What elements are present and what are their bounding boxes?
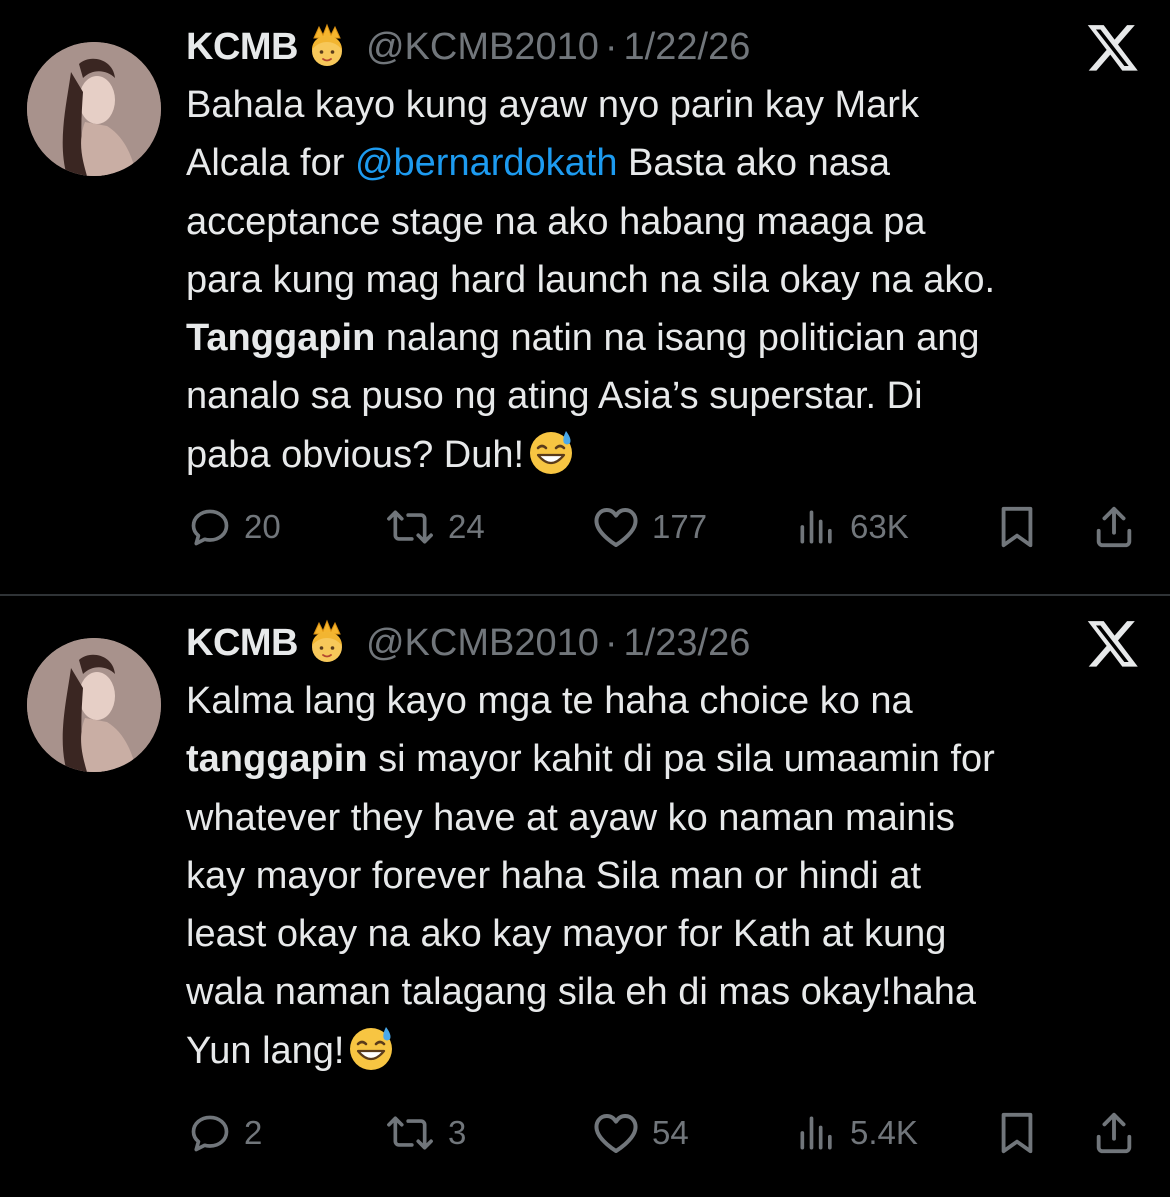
repost-icon (387, 510, 433, 544)
tweet-text: Bahala kayo kung ayaw nyo parin kay Mark… (186, 76, 1156, 484)
reply-count: 2 (244, 1114, 263, 1151)
repost-count: 3 (448, 1114, 467, 1151)
views-button[interactable]: 63K (796, 500, 909, 554)
tweet-text-line: para kung mag hard launch na sila okay n… (186, 251, 1156, 309)
tweet-text-line: paba obvious? Duh! (186, 426, 1156, 484)
reply-button[interactable]: 20 (188, 500, 281, 554)
tweet-text-line: Kalma lang kayo mga te haha choice ko na (186, 672, 1156, 730)
tweet-text-line: wala naman talagang sila eh di mas okay!… (186, 963, 1156, 1021)
tweet-text-line: whatever they have at ayaw ko naman main… (186, 789, 1156, 847)
tweet-date[interactable]: 1/23/26 (624, 622, 751, 665)
share-button[interactable] (1092, 500, 1136, 554)
reply-count: 20 (244, 508, 281, 545)
text-segment: nanalo sa puso ng ating Asia’s superstar… (186, 375, 923, 418)
tweet-text-line: Yun lang! (186, 1022, 1156, 1080)
text-segment: si mayor kahit di pa sila umaamin for (367, 738, 995, 781)
tweet-text-line: Tanggapin nalang natin na isang politici… (186, 309, 1156, 367)
text-segment: paba obvious? Duh! (186, 433, 525, 476)
views-icon (800, 510, 832, 544)
like-count: 54 (652, 1114, 689, 1151)
share-icon (1096, 1112, 1132, 1154)
user-handle[interactable]: @KCMB2010 (366, 622, 599, 665)
bookmark-icon (1001, 506, 1033, 548)
highlighted-word: Tanggapin (186, 317, 376, 360)
text-segment: Yun lang! (186, 1029, 345, 1072)
views-count: 63K (850, 508, 909, 545)
text-segment: Kalma lang kayo mga te haha choice ko na (186, 680, 913, 722)
text-segment: wala naman talagang sila eh di mas okay!… (186, 971, 977, 1014)
repost-count: 24 (448, 508, 485, 545)
repost-button[interactable]: 3 (384, 1106, 466, 1160)
repost-button[interactable]: 24 (384, 500, 485, 554)
tweet-text-line: Alcala for @bernardokath Basta ako nasa (186, 134, 1156, 192)
tweet-text-line: kay mayor forever haha Sila man or hindi… (186, 847, 1156, 905)
reply-icon (191, 1115, 229, 1152)
princess-emoji-icon (302, 22, 352, 72)
princess-emoji-icon (302, 618, 352, 668)
share-button[interactable] (1092, 1106, 1136, 1160)
bookmark-icon (1001, 1112, 1033, 1154)
tweet-card[interactable]: KCMB @KCMB2010 · 1/23/26 Kalma lang kayo… (0, 596, 1170, 1197)
bookmark-button[interactable] (996, 500, 1038, 554)
text-segment: least okay na ako kay mayor for Kath at … (186, 913, 947, 956)
tweet-text-line: nanalo sa puso ng ating Asia’s superstar… (186, 367, 1156, 425)
x-logo-icon (1085, 620, 1141, 670)
views-button[interactable]: 5.4K (796, 1106, 918, 1160)
text-segment: Bahala kayo kung ayaw nyo parin kay Mark (186, 84, 919, 126)
avatar[interactable] (27, 638, 161, 772)
tweet-text: Kalma lang kayo mga te haha choice ko na… (186, 672, 1156, 1080)
tweet-actions: 20 24 177 63K (186, 500, 1146, 554)
text-segment: para kung mag hard launch na sila okay n… (186, 258, 996, 301)
display-name[interactable]: KCMB (186, 26, 298, 69)
text-segment: whatever they have at ayaw ko naman main… (186, 796, 955, 839)
tweet-date[interactable]: 1/22/26 (624, 26, 751, 69)
like-button[interactable]: 177 (592, 500, 707, 554)
bookmark-button[interactable] (996, 1106, 1038, 1160)
separator-dot: · (604, 621, 618, 664)
heart-icon (594, 508, 638, 547)
tweet-text-line: acceptance stage na ako habang maaga pa (186, 193, 1156, 251)
text-segment: nalang natin na isang politician ang (375, 317, 980, 360)
tweet-card[interactable]: KCMB @KCMB2010 · 1/22/26 Bahala kayo kun… (0, 0, 1170, 594)
text-segment: Alcala for (186, 142, 355, 185)
text-segment: Basta ako nasa (617, 142, 890, 185)
highlighted-word: tanggapin (186, 738, 368, 781)
tweet-header: KCMB @KCMB2010 · 1/23/26 (186, 616, 750, 670)
text-segment: acceptance stage na ako habang maaga pa (186, 200, 926, 243)
separator-dot: · (604, 25, 618, 68)
tweet-text-line: least okay na ako kay mayor for Kath at … (186, 905, 1156, 963)
avatar[interactable] (27, 42, 161, 176)
share-icon (1096, 506, 1132, 548)
sweat-smile-emoji (346, 1023, 396, 1073)
display-name[interactable]: KCMB (186, 622, 298, 665)
sweat-smile-emoji (526, 427, 576, 477)
repost-icon (387, 1116, 433, 1150)
tweet-actions: 2 3 54 5.4K (186, 1106, 1146, 1160)
user-handle[interactable]: @KCMB2010 (366, 26, 599, 69)
like-button[interactable]: 54 (592, 1106, 689, 1160)
reply-icon (191, 509, 229, 546)
reply-button[interactable]: 2 (188, 1106, 262, 1160)
heart-icon (594, 1114, 638, 1153)
tweet-header: KCMB @KCMB2010 · 1/22/26 (186, 20, 750, 74)
like-count: 177 (652, 508, 708, 545)
mention-link[interactable]: @bernardokath (355, 142, 618, 184)
views-icon (800, 1116, 832, 1150)
x-logo-icon (1085, 24, 1141, 74)
tweet-text-line: Bahala kayo kung ayaw nyo parin kay Mark (186, 76, 1156, 134)
tweet-text-line: tanggapin si mayor kahit di pa sila umaa… (186, 730, 1156, 788)
text-segment: kay mayor forever haha Sila man or hindi… (186, 854, 922, 897)
views-count: 5.4K (850, 1114, 918, 1151)
